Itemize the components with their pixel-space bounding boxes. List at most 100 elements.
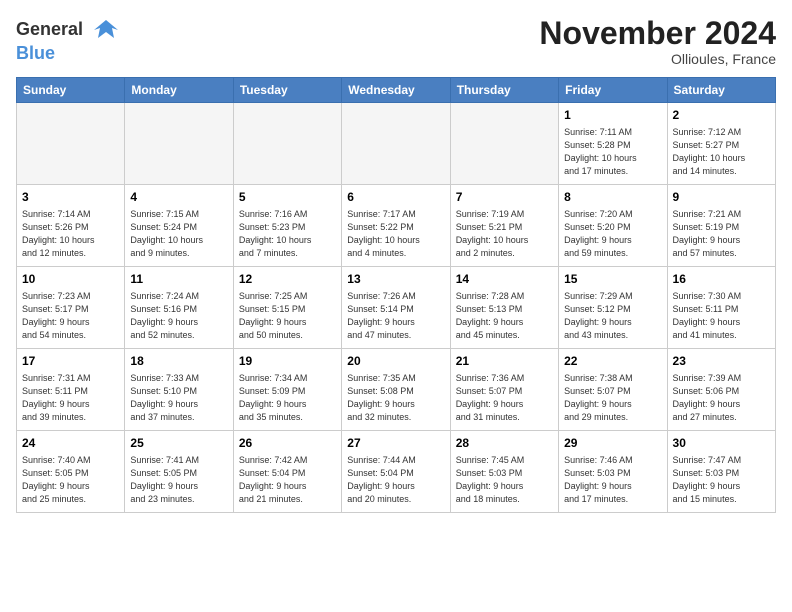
week-row-2: 3Sunrise: 7:14 AM Sunset: 5:26 PM Daylig… — [17, 185, 776, 267]
week-row-3: 10Sunrise: 7:23 AM Sunset: 5:17 PM Dayli… — [17, 267, 776, 349]
day-cell: 26 Sunrise: 7:42 AM Sunset: 5:04 PM Dayli… — [233, 431, 341, 513]
day-cell: 14 Sunrise: 7:28 AM Sunset: 5:13 PM Dayli… — [450, 267, 558, 349]
day-number: 29 — [564, 435, 661, 452]
logo: General Blue — [16, 16, 120, 64]
day-cell: 9 Sunrise: 7:21 AM Sunset: 5:19 PM Daylig… — [667, 185, 775, 267]
day-info: Sunrise: 7:24 AM Sunset: 5:16 PM Dayligh… — [130, 290, 227, 342]
day-info: Sunrise: 7:19 AM Sunset: 5:21 PM Dayligh… — [456, 208, 553, 260]
day-number: 19 — [239, 353, 336, 370]
day-cell: 3Sunrise: 7:14 AM Sunset: 5:26 PM Daylig… — [17, 185, 125, 267]
day-number: 14 — [456, 271, 553, 288]
logo-text-block: General Blue — [16, 16, 120, 64]
day-cell: 22 Sunrise: 7:38 AM Sunset: 5:07 PM Dayli… — [559, 349, 667, 431]
day-info: Sunrise: 7:33 AM Sunset: 5:10 PM Dayligh… — [130, 372, 227, 424]
day-cell: 5 Sunrise: 7:16 AM Sunset: 5:23 PM Daylig… — [233, 185, 341, 267]
day-cell: 27 Sunrise: 7:44 AM Sunset: 5:04 PM Dayli… — [342, 431, 450, 513]
day-cell: 16 Sunrise: 7:30 AM Sunset: 5:11 PM Dayli… — [667, 267, 775, 349]
day-number: 12 — [239, 271, 336, 288]
day-cell: 12 Sunrise: 7:25 AM Sunset: 5:15 PM Dayli… — [233, 267, 341, 349]
day-number: 17 — [22, 353, 119, 370]
weekday-header-thursday: Thursday — [450, 78, 558, 103]
day-info: Sunrise: 7:40 AM Sunset: 5:05 PM Dayligh… — [22, 454, 119, 506]
weekday-header-row: SundayMondayTuesdayWednesdayThursdayFrid… — [17, 78, 776, 103]
day-number: 20 — [347, 353, 444, 370]
day-number: 11 — [130, 271, 227, 288]
day-number: 1 — [564, 107, 661, 124]
day-number: 26 — [239, 435, 336, 452]
day-cell: 30 Sunrise: 7:47 AM Sunset: 5:03 PM Dayli… — [667, 431, 775, 513]
day-number: 15 — [564, 271, 661, 288]
day-cell: 10Sunrise: 7:23 AM Sunset: 5:17 PM Dayli… — [17, 267, 125, 349]
weekday-header-sunday: Sunday — [17, 78, 125, 103]
day-info: Sunrise: 7:35 AM Sunset: 5:08 PM Dayligh… — [347, 372, 444, 424]
day-cell: 2 Sunrise: 7:12 AM Sunset: 5:27 PM Daylig… — [667, 103, 775, 185]
day-info: Sunrise: 7:21 AM Sunset: 5:19 PM Dayligh… — [673, 208, 770, 260]
logo-general: General — [16, 19, 83, 39]
day-info: Sunrise: 7:25 AM Sunset: 5:15 PM Dayligh… — [239, 290, 336, 342]
location: Ollioules, France — [539, 51, 776, 67]
day-number: 9 — [673, 189, 770, 206]
day-cell: 7 Sunrise: 7:19 AM Sunset: 5:21 PM Daylig… — [450, 185, 558, 267]
day-info: Sunrise: 7:20 AM Sunset: 5:20 PM Dayligh… — [564, 208, 661, 260]
day-number: 22 — [564, 353, 661, 370]
day-info: Sunrise: 7:46 AM Sunset: 5:03 PM Dayligh… — [564, 454, 661, 506]
logo-blue: Blue — [16, 43, 55, 63]
day-cell: 13 Sunrise: 7:26 AM Sunset: 5:14 PM Dayli… — [342, 267, 450, 349]
page: General Blue November 2024 Ollioules, Fr… — [0, 0, 792, 612]
day-cell: 29 Sunrise: 7:46 AM Sunset: 5:03 PM Dayli… — [559, 431, 667, 513]
day-info: Sunrise: 7:34 AM Sunset: 5:09 PM Dayligh… — [239, 372, 336, 424]
day-info: Sunrise: 7:30 AM Sunset: 5:11 PM Dayligh… — [673, 290, 770, 342]
day-cell: 24 Sunrise: 7:40 AM Sunset: 5:05 PM Dayli… — [17, 431, 125, 513]
day-number: 7 — [456, 189, 553, 206]
day-info: Sunrise: 7:15 AM Sunset: 5:24 PM Dayligh… — [130, 208, 227, 260]
day-cell — [342, 103, 450, 185]
day-cell: 11 Sunrise: 7:24 AM Sunset: 5:16 PM Dayli… — [125, 267, 233, 349]
day-cell — [450, 103, 558, 185]
day-number: 4 — [130, 189, 227, 206]
day-info: Sunrise: 7:29 AM Sunset: 5:12 PM Dayligh… — [564, 290, 661, 342]
day-number: 16 — [673, 271, 770, 288]
day-cell: 28Sunrise: 7:45 AM Sunset: 5:03 PM Dayli… — [450, 431, 558, 513]
weekday-header-monday: Monday — [125, 78, 233, 103]
weekday-header-friday: Friday — [559, 78, 667, 103]
calendar: SundayMondayTuesdayWednesdayThursdayFrid… — [16, 77, 776, 513]
day-cell: 6Sunrise: 7:17 AM Sunset: 5:22 PM Daylig… — [342, 185, 450, 267]
day-cell — [233, 103, 341, 185]
day-info: Sunrise: 7:44 AM Sunset: 5:04 PM Dayligh… — [347, 454, 444, 506]
day-number: 13 — [347, 271, 444, 288]
day-info: Sunrise: 7:12 AM Sunset: 5:27 PM Dayligh… — [673, 126, 770, 178]
day-number: 25 — [130, 435, 227, 452]
day-number: 27 — [347, 435, 444, 452]
day-number: 10 — [22, 271, 119, 288]
week-row-4: 17 Sunrise: 7:31 AM Sunset: 5:11 PM Dayli… — [17, 349, 776, 431]
day-info: Sunrise: 7:16 AM Sunset: 5:23 PM Dayligh… — [239, 208, 336, 260]
day-cell — [17, 103, 125, 185]
day-cell — [125, 103, 233, 185]
day-number: 2 — [673, 107, 770, 124]
header: General Blue November 2024 Ollioules, Fr… — [16, 16, 776, 67]
day-number: 18 — [130, 353, 227, 370]
weekday-header-tuesday: Tuesday — [233, 78, 341, 103]
day-cell: 8Sunrise: 7:20 AM Sunset: 5:20 PM Daylig… — [559, 185, 667, 267]
day-info: Sunrise: 7:26 AM Sunset: 5:14 PM Dayligh… — [347, 290, 444, 342]
day-info: Sunrise: 7:17 AM Sunset: 5:22 PM Dayligh… — [347, 208, 444, 260]
day-cell: 4 Sunrise: 7:15 AM Sunset: 5:24 PM Daylig… — [125, 185, 233, 267]
day-number: 24 — [22, 435, 119, 452]
day-number: 3 — [22, 189, 119, 206]
day-cell: 18 Sunrise: 7:33 AM Sunset: 5:10 PM Dayli… — [125, 349, 233, 431]
day-cell: 17 Sunrise: 7:31 AM Sunset: 5:11 PM Dayli… — [17, 349, 125, 431]
day-info: Sunrise: 7:31 AM Sunset: 5:11 PM Dayligh… — [22, 372, 119, 424]
day-info: Sunrise: 7:41 AM Sunset: 5:05 PM Dayligh… — [130, 454, 227, 506]
day-number: 23 — [673, 353, 770, 370]
day-cell: 21Sunrise: 7:36 AM Sunset: 5:07 PM Dayli… — [450, 349, 558, 431]
day-info: Sunrise: 7:38 AM Sunset: 5:07 PM Dayligh… — [564, 372, 661, 424]
day-number: 5 — [239, 189, 336, 206]
day-info: Sunrise: 7:28 AM Sunset: 5:13 PM Dayligh… — [456, 290, 553, 342]
day-cell: 15 Sunrise: 7:29 AM Sunset: 5:12 PM Dayli… — [559, 267, 667, 349]
day-info: Sunrise: 7:47 AM Sunset: 5:03 PM Dayligh… — [673, 454, 770, 506]
day-info: Sunrise: 7:42 AM Sunset: 5:04 PM Dayligh… — [239, 454, 336, 506]
day-cell: 19 Sunrise: 7:34 AM Sunset: 5:09 PM Dayli… — [233, 349, 341, 431]
month-title: November 2024 — [539, 16, 776, 51]
day-number: 30 — [673, 435, 770, 452]
weekday-header-saturday: Saturday — [667, 78, 775, 103]
